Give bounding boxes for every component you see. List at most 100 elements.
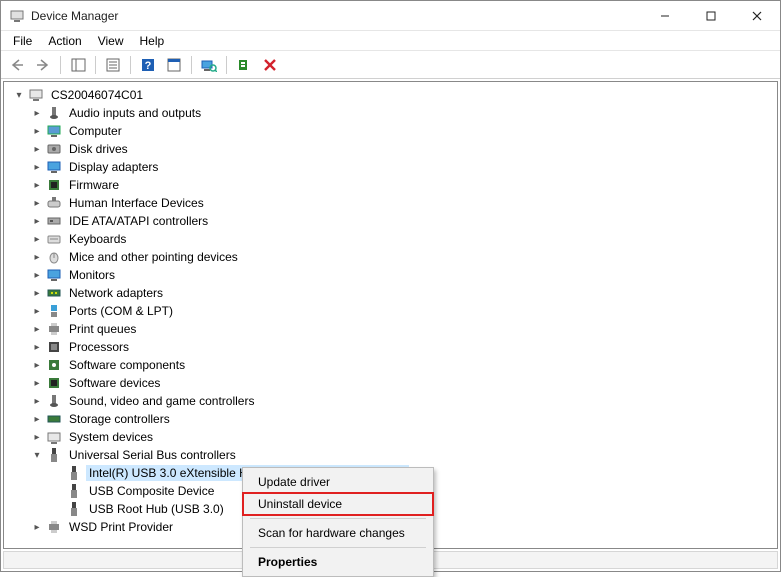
tree-category[interactable]: ▸ Ports (COM & LPT)	[4, 302, 777, 320]
ctx-scan-hardware[interactable]: Scan for hardware changes	[244, 522, 432, 544]
chevron-right-icon[interactable]: ▸	[30, 376, 44, 390]
ctx-update-driver[interactable]: Update driver	[244, 471, 432, 493]
device-category-icon	[46, 267, 62, 283]
chevron-right-icon[interactable]: ▸	[30, 286, 44, 300]
menu-help[interactable]: Help	[132, 32, 173, 50]
add-legacy-hardware-button[interactable]	[232, 54, 256, 76]
tree-root[interactable]: ▾ CS20046074C01	[4, 86, 777, 104]
menu-action[interactable]: Action	[40, 32, 89, 50]
tree-category[interactable]: ▸Software devices	[4, 374, 777, 392]
tree-category-label: System devices	[66, 429, 156, 445]
device-category-icon	[46, 177, 62, 193]
usb-icon	[66, 483, 82, 499]
tree-category-label: Processors	[66, 339, 132, 355]
usb-icon	[66, 465, 82, 481]
tree-category-label: Display adapters	[66, 159, 161, 175]
tree-category[interactable]: ▸ Display adapters	[4, 158, 777, 176]
device-category-icon	[46, 339, 62, 355]
tree-category[interactable]: ▸Firmware	[4, 176, 777, 194]
device-category-icon	[46, 429, 62, 445]
toolbar-separator	[191, 56, 192, 74]
close-button[interactable]	[734, 1, 780, 30]
chevron-right-icon[interactable]: ▸	[30, 268, 44, 282]
usb-icon	[66, 501, 82, 517]
chevron-right-icon[interactable]: ▸	[30, 160, 44, 174]
help-button[interactable]: ?	[136, 54, 160, 76]
tree-category[interactable]: ▸IDE ATA/ATAPI controllers	[4, 212, 777, 230]
tree-category[interactable]: ▸ Print queues	[4, 320, 777, 338]
chevron-right-icon[interactable]: ▸	[30, 430, 44, 444]
forward-button[interactable]	[31, 54, 55, 76]
menu-view[interactable]: View	[90, 32, 132, 50]
tree-category-usb[interactable]: ▾ Universal Serial Bus controllers	[4, 446, 777, 464]
device-category-icon	[46, 231, 62, 247]
chevron-right-icon[interactable]: ▸	[30, 178, 44, 192]
tree-category[interactable]: ▸Sound, video and game controllers	[4, 392, 777, 410]
chevron-right-icon[interactable]: ▸	[30, 250, 44, 264]
chevron-right-icon[interactable]: ▸	[30, 394, 44, 408]
tree-category-label: Mice and other pointing devices	[66, 249, 241, 265]
tree-category-label: Ports (COM & LPT)	[66, 303, 176, 319]
device-category-icon	[46, 195, 62, 211]
scan-hardware-button[interactable]	[197, 54, 221, 76]
device-category-icon	[46, 213, 62, 229]
maximize-button[interactable]	[688, 1, 734, 30]
chevron-right-icon[interactable]: ▸	[30, 358, 44, 372]
tree-category[interactable]: ▸ Keyboards	[4, 230, 777, 248]
action-list-button[interactable]	[162, 54, 186, 76]
device-category-icon	[46, 285, 62, 301]
chevron-right-icon[interactable]: ▸	[30, 124, 44, 138]
svg-text:?: ?	[145, 60, 152, 72]
device-manager-icon	[9, 8, 25, 24]
tree-category[interactable]: ▸ Processors	[4, 338, 777, 356]
minimize-button[interactable]	[642, 1, 688, 30]
tree-category-label: Keyboards	[66, 231, 129, 247]
tree-category[interactable]: ▸ Disk drives	[4, 140, 777, 158]
tree-device-label: USB Root Hub (USB 3.0)	[86, 501, 227, 517]
tree-category-label: Computer	[66, 123, 125, 139]
properties-button[interactable]	[101, 54, 125, 76]
tree-category-label: Disk drives	[66, 141, 131, 157]
tree-category-label: Universal Serial Bus controllers	[66, 447, 239, 463]
chevron-right-icon[interactable]: ▸	[30, 304, 44, 318]
chevron-right-icon[interactable]: ▸	[30, 214, 44, 228]
window-title: Device Manager	[31, 9, 642, 23]
tree-category-label: Audio inputs and outputs	[66, 105, 204, 121]
toolbar: ?	[1, 51, 780, 79]
chevron-right-icon[interactable]: ▸	[30, 232, 44, 246]
uninstall-device-button[interactable]	[258, 54, 282, 76]
tree-category[interactable]: ▸ Storage controllers	[4, 410, 777, 428]
chevron-right-icon[interactable]: ▸	[30, 412, 44, 426]
device-category-icon	[46, 375, 62, 391]
tree-category-label: Storage controllers	[66, 411, 173, 427]
chevron-down-icon[interactable]: ▾	[30, 448, 44, 462]
tree-category-label: Print queues	[66, 321, 139, 337]
tree-device-label: USB Composite Device	[86, 483, 217, 499]
show-hide-tree-button[interactable]	[66, 54, 90, 76]
context-menu: Update driver Uninstall device Scan for …	[242, 467, 434, 577]
chevron-right-icon[interactable]: ▸	[30, 340, 44, 354]
chevron-right-icon[interactable]: ▸	[30, 142, 44, 156]
back-button[interactable]	[5, 54, 29, 76]
chevron-right-icon[interactable]: ▸	[30, 106, 44, 120]
ctx-uninstall-device[interactable]: Uninstall device	[244, 493, 432, 515]
chevron-right-icon[interactable]: ▸	[30, 322, 44, 336]
tree-category[interactable]: ▸Network adapters	[4, 284, 777, 302]
device-category-icon	[46, 357, 62, 373]
tree-category[interactable]: ▸Software components	[4, 356, 777, 374]
tree-category[interactable]: ▸Human Interface Devices	[4, 194, 777, 212]
tree-category[interactable]: ▸ System devices	[4, 428, 777, 446]
chevron-right-icon[interactable]: ▸	[30, 520, 44, 534]
tree-category[interactable]: ▸ Audio inputs and outputs	[4, 104, 777, 122]
tree-category[interactable]: ▸Monitors	[4, 266, 777, 284]
tree-category[interactable]: ▸ Computer	[4, 122, 777, 140]
device-category-icon	[46, 141, 62, 157]
menu-file[interactable]: File	[5, 32, 40, 50]
titlebar: Device Manager	[1, 1, 780, 31]
ctx-properties[interactable]: Properties	[244, 551, 432, 573]
usb-icon	[46, 447, 62, 463]
tree-category[interactable]: ▸ Mice and other pointing devices	[4, 248, 777, 266]
toolbar-separator	[60, 56, 61, 74]
chevron-right-icon[interactable]: ▸	[30, 196, 44, 210]
chevron-down-icon[interactable]: ▾	[12, 88, 26, 102]
